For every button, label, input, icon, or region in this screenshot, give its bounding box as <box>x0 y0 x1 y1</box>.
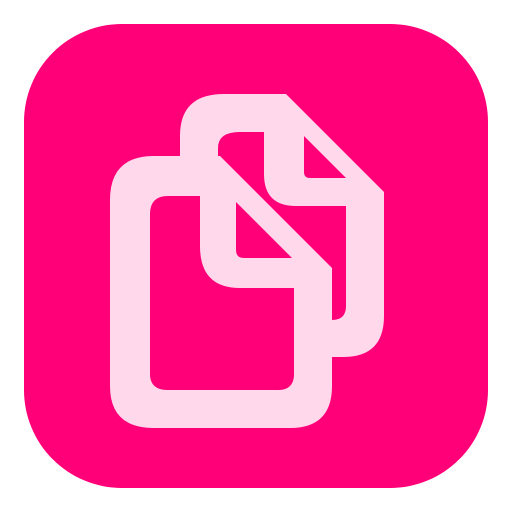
copy-files-app-icon[interactable] <box>24 24 488 488</box>
copy-files-icon <box>24 24 488 488</box>
